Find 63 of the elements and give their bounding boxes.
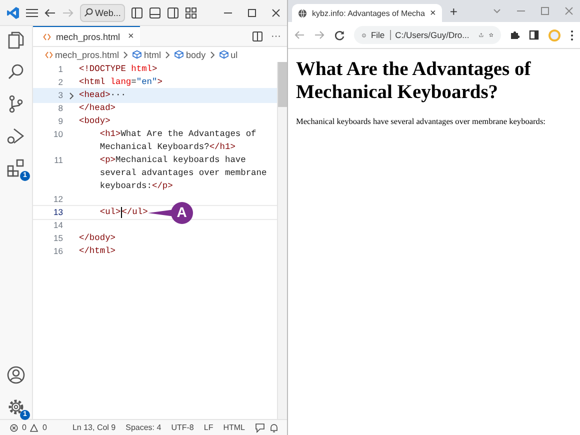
browser-tab[interactable]: kybz.info: Advantages of Mecha × (292, 4, 442, 22)
line-number: 11 (53, 154, 63, 167)
code-text: <head> (79, 89, 110, 102)
url-text: C:/Users/Guy/Dro... (395, 30, 470, 40)
status-item[interactable]: Ln 13, Col 9 (72, 423, 116, 432)
code-text: </head> (79, 102, 116, 115)
line-number: 12 (52, 193, 63, 206)
search-field[interactable]: Web... (80, 4, 125, 22)
code-text: keyboards: (98, 180, 152, 193)
code-text: several advantages over membrane (98, 167, 267, 180)
line-number: 8 (57, 102, 63, 115)
code-text: <h1> (98, 128, 121, 141)
code-text: What Are the Advantages of (120, 128, 256, 141)
status-item[interactable]: LF (204, 423, 214, 432)
warning-count[interactable]: 0 (42, 423, 47, 432)
code-text: <body> (79, 115, 110, 128)
more-actions-button[interactable]: ··· (271, 30, 281, 42)
tab-title: kybz.info: Advantages of Mecha (312, 8, 425, 18)
line-number: 10 (52, 128, 63, 141)
new-tab-button[interactable]: + (450, 4, 458, 18)
line-number: 9 (57, 115, 63, 128)
editor-tab[interactable]: mech_pros.html × (33, 26, 140, 46)
error-count[interactable]: 0 (22, 423, 26, 432)
breadcrumb-item[interactable]: ul (218, 50, 238, 60)
line-number: 16 (52, 245, 63, 258)
code-text: ··· (110, 89, 126, 102)
breadcrumb-item[interactable]: body (174, 50, 206, 60)
code-text: <p> (98, 154, 116, 167)
code-text: </h1> (209, 141, 236, 154)
code-text: </p> (152, 180, 173, 193)
callout-badge: A (170, 202, 193, 224)
line-number: 1 (57, 63, 63, 76)
line-number: 3 (57, 89, 63, 102)
code-text: = (131, 76, 136, 89)
tab-close-button[interactable]: × (128, 31, 134, 42)
line-number: 15 (52, 232, 63, 245)
status-item[interactable]: UTF-8 (171, 423, 194, 432)
line-number: 14 (52, 219, 63, 232)
tab-close-button[interactable]: × (430, 8, 436, 18)
code-text: html (131, 63, 152, 76)
breadcrumb-item[interactable]: html (132, 50, 162, 60)
code-text: Mechanical Keyboards? (98, 141, 210, 154)
code-text: lang (110, 76, 132, 89)
code-text: > (157, 76, 162, 89)
code-text: </ul> (122, 206, 148, 219)
file-scheme-label: File (370, 30, 385, 40)
status-item[interactable]: HTML (223, 423, 245, 432)
line-number: 13 (52, 206, 63, 219)
status-item[interactable]: Spaces: 4 (126, 423, 162, 432)
tab-title: mech_pros.html (56, 32, 120, 42)
code-text: </body> (79, 232, 116, 245)
code-text: <!DOCTYPE (79, 63, 127, 76)
page-paragraph: Mechanical keyboards have several advantages over membrane keyboards: (296, 116, 546, 126)
breadcrumb-item[interactable]: mech_pros.html (45, 50, 120, 60)
address-bar[interactable]: File C:/Users/Guy/Dro... (354, 26, 501, 44)
page-heading: What Are the Advantages of Mechanical Keyboards? (296, 58, 532, 105)
code-text: </html> (79, 245, 116, 258)
code-text: > (152, 63, 158, 76)
code-text: <ul> (98, 206, 121, 219)
code-text: Mechanical keyboards have (116, 154, 246, 167)
code-text: "en" (136, 76, 158, 89)
code-text: <html (79, 76, 106, 89)
line-number: 2 (57, 76, 63, 89)
